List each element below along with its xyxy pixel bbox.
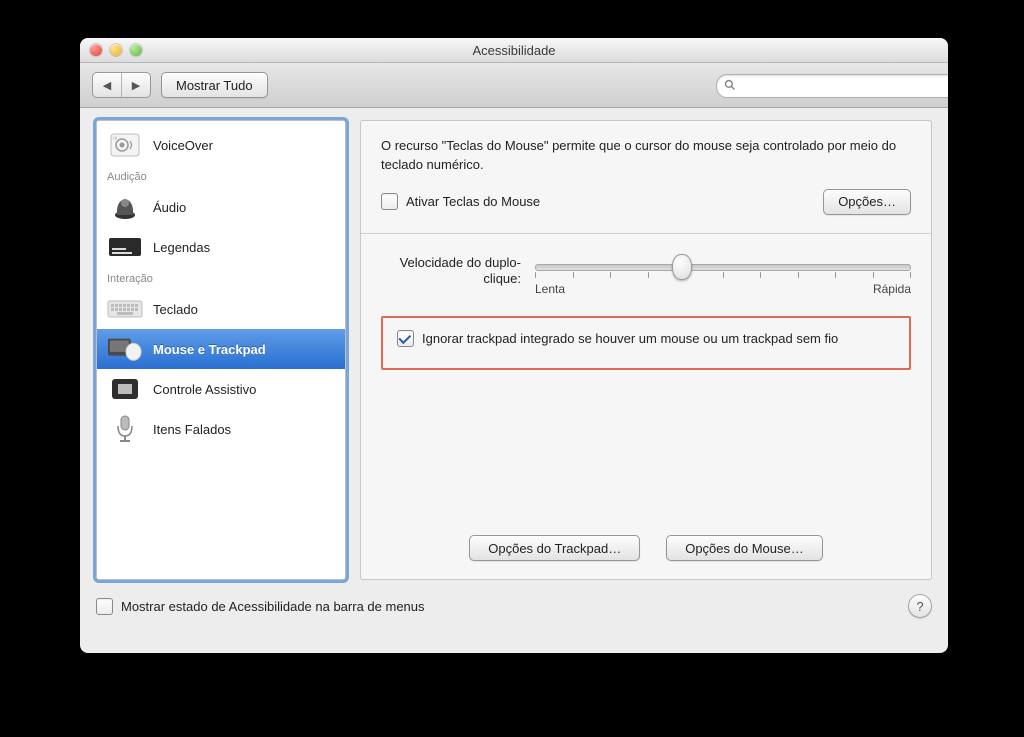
sidebar-item-label: Áudio <box>153 200 186 215</box>
global-options-row: Mostrar estado de Acessibilidade na barr… <box>96 594 932 618</box>
sidebar-item-label: VoiceOver <box>153 138 213 153</box>
zoom-window-button[interactable] <box>130 44 142 56</box>
captions-icon <box>107 232 143 262</box>
back-button[interactable]: ◀ <box>93 73 121 97</box>
highlighted-option: Ignorar trackpad integrado se houver um … <box>381 316 911 370</box>
mouse-trackpad-icon <box>107 334 143 364</box>
sidebar-item-teclado[interactable]: Teclado <box>97 289 345 329</box>
titlebar: Acessibilidade <box>80 38 948 63</box>
content-area: •)) VoiceOver Audição Áudio <box>80 106 948 653</box>
mouse-keys-checkbox[interactable] <box>381 193 398 210</box>
ignore-trackpad-checkbox[interactable] <box>397 330 414 347</box>
sidebar-item-label: Mouse e Trackpad <box>153 342 266 357</box>
trackpad-options-button[interactable]: Opções do Trackpad… <box>469 535 640 561</box>
sidebar-category-interacao: Interação <box>97 267 345 289</box>
settings-pane: O recurso "Teclas do Mouse" permite que … <box>360 120 932 580</box>
sidebar-item-label: Controle Assistivo <box>153 382 256 397</box>
category-sidebar[interactable]: •)) VoiceOver Audição Áudio <box>96 120 346 580</box>
forward-button[interactable]: ▶ <box>121 73 150 97</box>
sidebar-item-label: Teclado <box>153 302 198 317</box>
svg-text:•)): •)) <box>113 135 118 140</box>
double-click-speed-label: Velocidade do duplo-clique: <box>381 255 521 286</box>
voiceover-icon: •)) <box>107 130 143 160</box>
nav-segmented: ◀ ▶ <box>92 72 151 98</box>
slider-knob[interactable] <box>672 254 692 280</box>
toolbar: ◀ ▶ Mostrar Tudo <box>80 63 948 108</box>
switch-control-icon <box>107 374 143 404</box>
keyboard-icon <box>107 294 143 324</box>
show-status-menubar-checkbox[interactable] <box>96 598 113 615</box>
sidebar-item-audio[interactable]: Áudio <box>97 187 345 227</box>
show-all-button[interactable]: Mostrar Tudo <box>161 72 268 98</box>
show-status-menubar-label: Mostrar estado de Acessibilidade na barr… <box>121 599 425 614</box>
slider-max-label: Rápida <box>873 282 911 296</box>
sidebar-item-label: Legendas <box>153 240 210 255</box>
mouse-keys-label: Ativar Teclas do Mouse <box>406 194 540 209</box>
sidebar-item-controle-assistivo[interactable]: Controle Assistivo <box>97 369 345 409</box>
search-input[interactable] <box>716 74 948 98</box>
speaker-icon <box>107 192 143 222</box>
sidebar-category-audicao: Audição <box>97 165 345 187</box>
double-click-speed-slider[interactable]: Lenta Rápida <box>535 254 911 294</box>
close-window-button[interactable] <box>90 44 102 56</box>
mouse-keys-description: O recurso "Teclas do Mouse" permite que … <box>381 137 911 175</box>
chevron-right-icon: ▶ <box>132 79 140 92</box>
search-field[interactable] <box>716 74 936 96</box>
sidebar-item-itens-falados[interactable]: Itens Falados <box>97 409 345 449</box>
divider <box>361 233 931 234</box>
window-controls <box>80 44 142 56</box>
chevron-left-icon: ◀ <box>103 79 111 92</box>
ignore-trackpad-label: Ignorar trackpad integrado se houver um … <box>422 330 838 348</box>
microphone-icon <box>107 414 143 444</box>
search-icon <box>724 79 736 91</box>
slider-min-label: Lenta <box>535 282 565 296</box>
sidebar-item-label: Itens Falados <box>153 422 231 437</box>
sidebar-item-voiceover[interactable]: •)) VoiceOver <box>97 125 345 165</box>
mouse-options-button[interactable]: Opções do Mouse… <box>666 535 823 561</box>
minimize-window-button[interactable] <box>110 44 122 56</box>
mouse-keys-options-button[interactable]: Opções… <box>823 189 911 215</box>
window-title: Acessibilidade <box>80 43 948 58</box>
preferences-window: Acessibilidade ◀ ▶ Mostrar Tudo <box>80 38 948 653</box>
sidebar-item-mouse-trackpad[interactable]: Mouse e Trackpad <box>97 329 345 369</box>
help-button[interactable]: ? <box>908 594 932 618</box>
sidebar-item-legendas[interactable]: Legendas <box>97 227 345 267</box>
